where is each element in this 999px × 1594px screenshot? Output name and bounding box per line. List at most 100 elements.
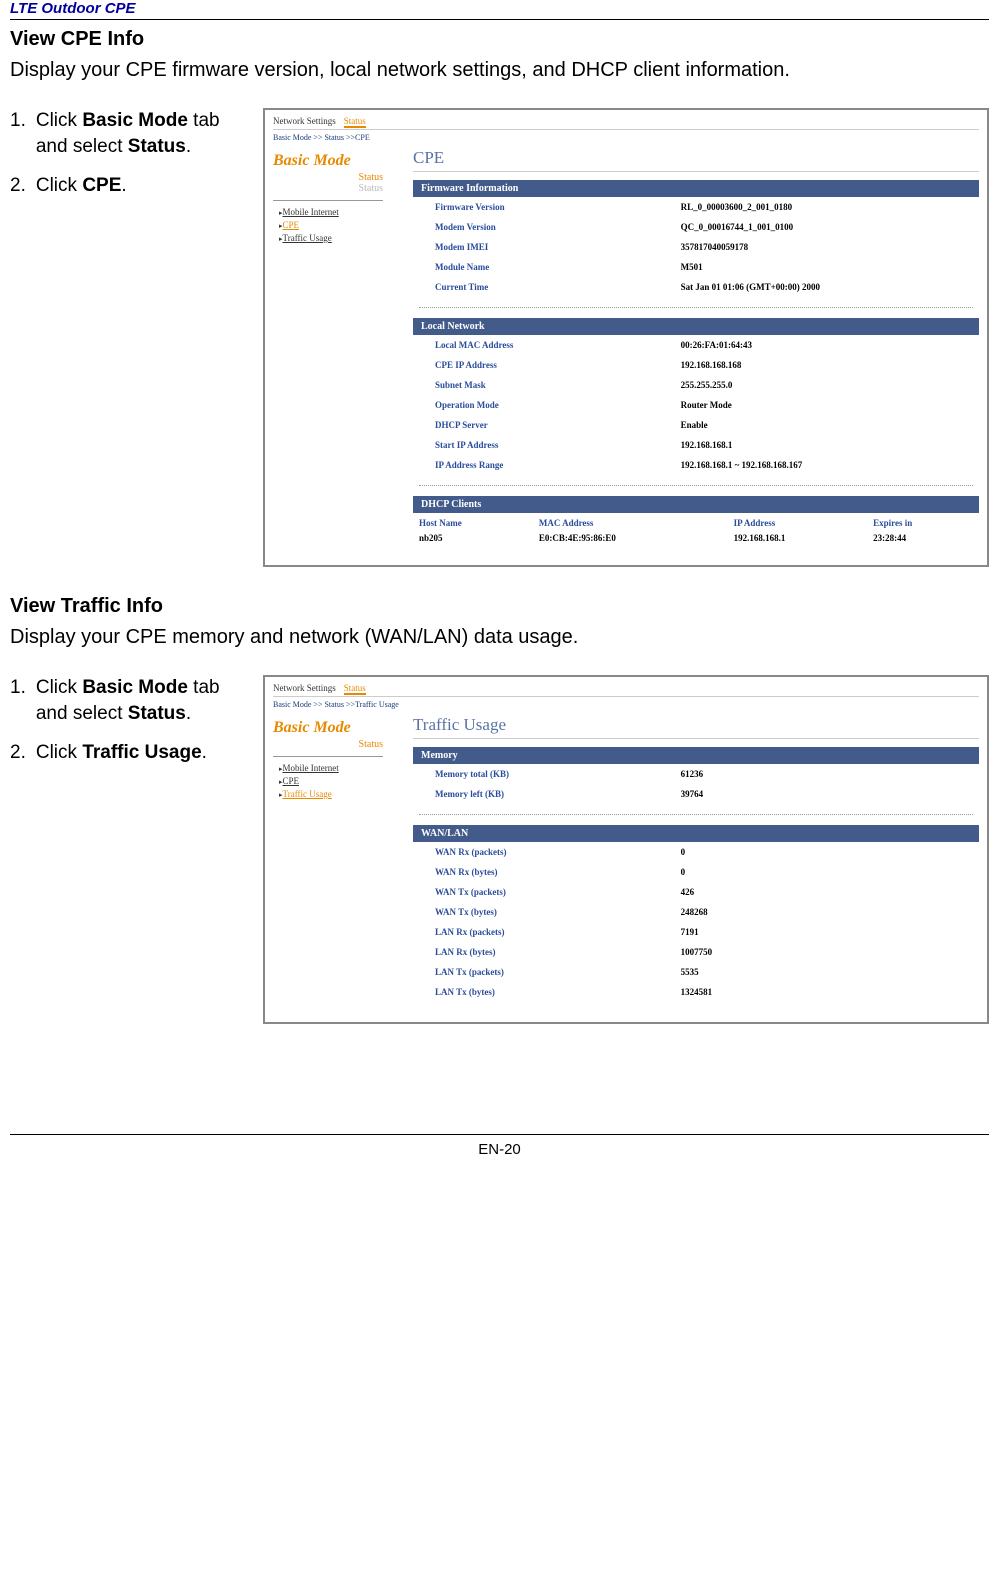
tab-status[interactable]: Status [344,683,366,695]
page-title: Traffic Usage [413,715,979,739]
step-text: Click Basic Mode tab and select Status. [36,108,255,159]
value: 61236 [681,769,969,779]
step-number: 1. [10,108,26,159]
divider [419,814,973,815]
sidebar-link[interactable]: CPE [283,776,300,786]
text: Click [36,742,82,763]
label: LAN Tx (packets) [435,967,681,977]
sidebar-link[interactable]: Mobile Internet [283,763,339,773]
bold: Traffic Usage [82,742,201,763]
sidebar-status-label: Status [273,183,383,194]
panel-header: Firmware Information [413,180,979,197]
value: 00:26:FA:01:64:43 [681,340,969,350]
value: 426 [681,887,969,897]
step-text: Click CPE. [36,173,255,199]
page-number: EN-20 [10,1134,989,1158]
breadcrumb: Basic Mode >> Status >>CPE [273,133,979,142]
value: RL_0_00003600_2_001_0180 [681,202,969,212]
screenshot-traffic: Network Settings Status Basic Mode >> St… [263,675,989,1024]
sidebar-item-mobile-internet[interactable]: Mobile Internet [279,763,403,773]
step-text: Click Traffic Usage. [36,740,255,766]
tab-status[interactable]: Status [344,116,366,128]
sidebar-item-cpe[interactable]: CPE [279,776,403,786]
label: WAN Rx (packets) [435,847,681,857]
label: LAN Rx (bytes) [435,947,681,957]
value: M501 [681,262,969,272]
bold: Basic Mode [82,677,188,698]
sidebar-item-mobile-internet[interactable]: Mobile Internet [279,207,403,217]
panel-header: DHCP Clients [413,496,979,513]
value: 255.255.255.0 [681,380,969,390]
screenshot-cpe: Network Settings Status Basic Mode >> St… [263,108,989,567]
text: Click [36,677,82,698]
panel-local-network: Local Network Local MAC Address00:26:FA:… [413,318,979,475]
value: 0 [681,847,969,857]
label: Start IP Address [435,440,681,450]
label: LAN Tx (bytes) [435,987,681,997]
value: 5535 [681,967,969,977]
sidebar-status-link[interactable]: Status [273,172,383,183]
panel-header: Memory [413,747,979,764]
label: DHCP Server [435,420,681,430]
value: 357817040059178 [681,242,969,252]
sidebar-link[interactable]: CPE [283,220,300,230]
sidebar-mode-title: Basic Mode [273,719,403,737]
value: Sat Jan 01 01:06 (GMT+00:00) 2000 [681,282,969,292]
tab-network-settings[interactable]: Network Settings [273,116,336,128]
col-expires: Expires in [867,515,979,531]
value: 39764 [681,789,969,799]
label: Firmware Version [435,202,681,212]
step-number: 1. [10,675,26,726]
label: Memory total (KB) [435,769,681,779]
text: . [121,175,126,196]
bold: CPE [82,175,121,196]
sidebar-item-cpe[interactable]: CPE [279,220,403,230]
value: 0 [681,867,969,877]
sidebar-link[interactable]: Traffic Usage [283,233,332,243]
sidebar-item-traffic-usage[interactable]: Traffic Usage [279,789,403,799]
section-title-cpe-info: View CPE Info [10,28,989,51]
table-header-row: Host Name MAC Address IP Address Expires… [413,515,979,531]
bold: Status [128,136,186,157]
bold: Basic Mode [82,110,188,131]
cell: nb205 [413,531,533,545]
step-1: 1. Click Basic Mode tab and select Statu… [10,675,255,726]
cell: E0:CB:4E:95:86:E0 [533,531,728,545]
breadcrumb: Basic Mode >> Status >>Traffic Usage [273,700,979,709]
sidebar-link[interactable]: Mobile Internet [283,207,339,217]
value: 192.168.168.1 ~ 192.168.168.167 [681,460,969,470]
sidebar-mode-title: Basic Mode [273,152,403,170]
col-mac: MAC Address [533,515,728,531]
label: WAN Rx (bytes) [435,867,681,877]
tab-network-settings[interactable]: Network Settings [273,683,336,695]
document-header: LTE Outdoor CPE [10,0,989,20]
text: Click [36,110,82,131]
label: LAN Rx (packets) [435,927,681,937]
section-desc-cpe-info: Display your CPE firmware version, local… [10,57,989,84]
label: WAN Tx (bytes) [435,907,681,917]
step-text: Click Basic Mode tab and select Status. [36,675,255,726]
value: QC_0_00016744_1_001_0100 [681,222,969,232]
sidebar-item-traffic-usage[interactable]: Traffic Usage [279,233,403,243]
step-2: 2. Click CPE. [10,173,255,199]
sidebar: Basic Mode Status Status Mobile Internet… [273,148,403,555]
sidebar-status-link[interactable]: Status [273,739,383,750]
table-row: nb205 E0:CB:4E:95:86:E0 192.168.168.1 23… [413,531,979,545]
sidebar-divider [273,756,383,757]
label: Modem Version [435,222,681,232]
panel-header: Local Network [413,318,979,335]
page-title: CPE [413,148,979,172]
label: Local MAC Address [435,340,681,350]
cell: 23:28:44 [867,531,979,545]
step-number: 2. [10,740,26,766]
value: 192.168.168.168 [681,360,969,370]
label: Current Time [435,282,681,292]
label: WAN Tx (packets) [435,887,681,897]
label: Modem IMEI [435,242,681,252]
sidebar: Basic Mode Status Mobile Internet CPE Tr… [273,715,403,1012]
value: Router Mode [681,400,969,410]
sidebar-link[interactable]: Traffic Usage [283,789,332,799]
text: . [186,703,191,724]
bold: Status [128,703,186,724]
panel-firmware: Firmware Information Firmware VersionRL_… [413,180,979,297]
